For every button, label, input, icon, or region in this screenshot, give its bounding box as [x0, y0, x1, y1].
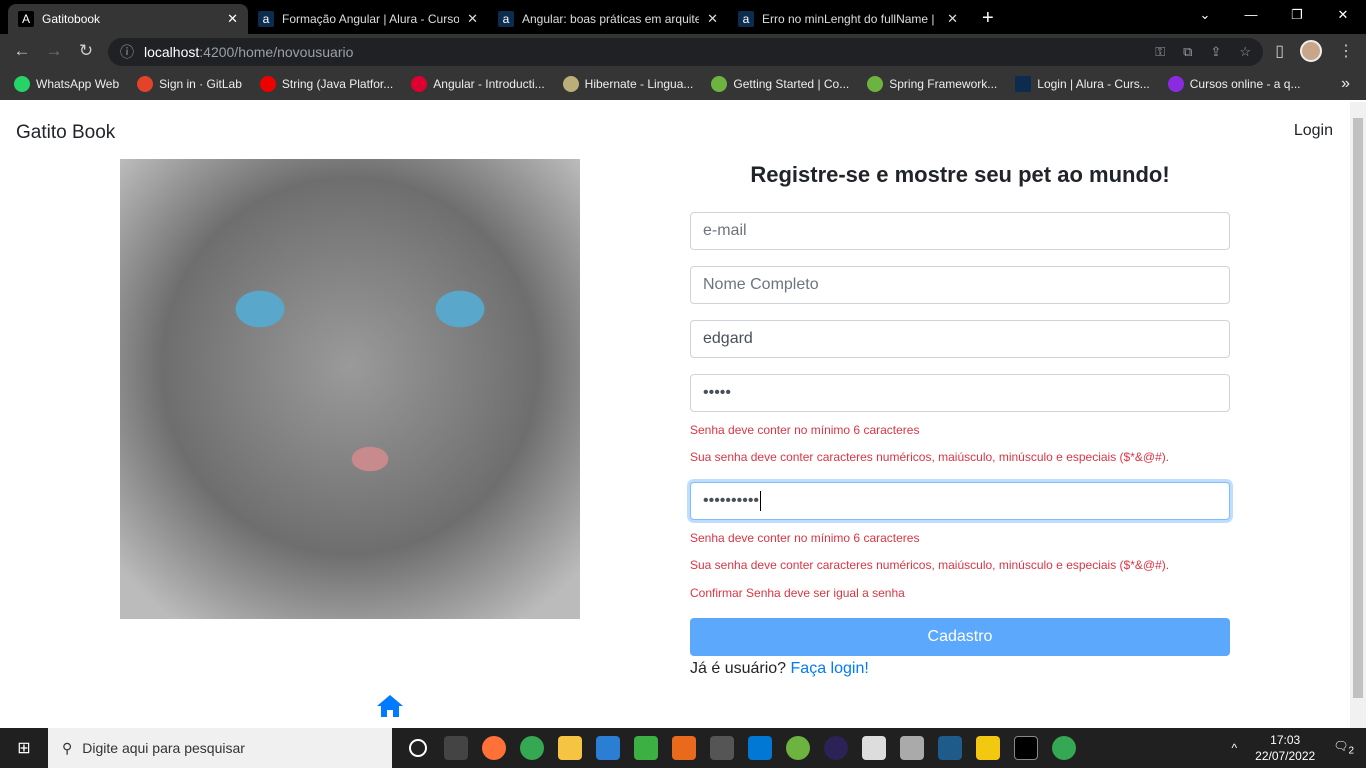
bookmark[interactable]: WhatsApp Web [14, 76, 119, 92]
udemy-icon [1167, 76, 1184, 92]
confirm-strength-error: Sua senha deve conter caracteres numéric… [690, 558, 1170, 572]
file-explorer-icon[interactable] [558, 736, 582, 760]
page-title: Registre-se e mostre seu pet ao mundo! [750, 162, 1170, 187]
vscode-icon[interactable] [748, 736, 772, 760]
windows-start-icon[interactable]: ⊞ [0, 738, 48, 758]
confirm-min-error: Senha deve conter no mínimo 6 caracteres [690, 531, 920, 545]
taskbar-search[interactable]: ⚲ Digite aqui para pesquisar [48, 728, 392, 768]
bookmark[interactable]: Sign in · GitLab [137, 76, 242, 92]
tab-gatitobook[interactable]: A Gatitobook ✕ [8, 4, 248, 34]
bookmark[interactable]: Login | Alura - Curs... [1015, 76, 1150, 92]
key-icon[interactable]: ⚿ [1155, 44, 1165, 60]
bookmark[interactable]: String (Java Platfor... [259, 76, 393, 92]
username-field[interactable]: edgard [690, 320, 1230, 358]
oracle-icon [259, 76, 276, 92]
new-tab-button[interactable]: + [982, 7, 994, 30]
confirm-password-field[interactable]: •••••••••• [690, 482, 1230, 520]
share-icon[interactable]: ⇪ [1210, 44, 1221, 60]
already-user-text: Já é usuário? Faça login! [690, 660, 869, 677]
avatar[interactable] [1300, 40, 1322, 62]
cat-image [120, 159, 580, 619]
full-name-field[interactable]: Nome Completo [690, 266, 1230, 304]
spring-tools-icon[interactable] [786, 736, 810, 760]
login-link[interactable]: Login [1294, 122, 1333, 140]
alura-icon: a [498, 11, 514, 27]
email-field[interactable]: e-mail [690, 212, 1230, 250]
side-panel-icon[interactable]: ▯ [1275, 41, 1284, 61]
address-bar-row: ← → ↻ ⓘ localhost:4200/home/novousuario ⚿… [0, 34, 1366, 68]
minimize-button[interactable]: — [1228, 0, 1274, 30]
hibernate-icon [562, 76, 579, 92]
tab-search-icon[interactable]: ⌄ [1182, 0, 1228, 30]
translate-icon[interactable]: ⧉ [1183, 44, 1192, 60]
task-view-icon[interactable] [444, 736, 468, 760]
hand-icon[interactable] [862, 736, 886, 760]
close-icon[interactable]: ✕ [947, 11, 958, 27]
spring-icon [867, 76, 884, 92]
tab-angular[interactable]: aAngular: boas práticas em arquitetura✕ [488, 4, 728, 34]
notifications-icon[interactable]: 🗨2 [1333, 739, 1354, 756]
terminal-icon[interactable] [1014, 736, 1038, 760]
chrome-icon[interactable] [520, 736, 544, 760]
star-icon[interactable]: ☆ [1239, 44, 1251, 60]
alura-icon [1015, 76, 1032, 92]
more-bookmarks-icon[interactable]: » [1341, 75, 1350, 93]
bookmark[interactable]: Cursos online - a q... [1167, 76, 1300, 92]
close-icon[interactable]: ✕ [227, 11, 238, 27]
powerbi-icon[interactable] [976, 736, 1000, 760]
reload-button[interactable]: ↻ [70, 41, 102, 61]
angular-icon [411, 76, 428, 92]
login-link[interactable]: Faça login! [791, 660, 869, 677]
bookmark[interactable]: Spring Framework... [867, 76, 997, 92]
close-icon[interactable]: ✕ [467, 11, 478, 27]
search-icon: ⚲ [62, 739, 73, 756]
back-button[interactable]: ← [6, 41, 38, 61]
mysql-icon[interactable] [938, 736, 962, 760]
calc-icon[interactable] [634, 736, 658, 760]
scrollbar[interactable] [1350, 102, 1366, 728]
bookmark[interactable]: Angular - Introducti... [411, 76, 545, 92]
clock[interactable]: 17:03 22/07/2022 [1255, 732, 1315, 764]
tab-bar: A Gatitobook ✕ a Formação Angular | Alura -… [0, 0, 1366, 34]
gimp-icon[interactable] [710, 736, 734, 760]
close-window-button[interactable]: ✕ [1320, 0, 1366, 30]
close-icon[interactable]: ✕ [707, 11, 718, 27]
brand-link[interactable]: Gatito Book [16, 122, 115, 144]
url-input[interactable]: ⓘ localhost:4200/home/novousuario ⚿ ⧉ ⇪ ☆ [108, 38, 1263, 66]
eclipse-icon[interactable] [824, 736, 848, 760]
cortana-icon[interactable] [409, 739, 427, 757]
register-button[interactable]: Cadastro [690, 618, 1230, 656]
tab-erro[interactable]: a Erro no minLenght do fullName | ✕ [728, 4, 968, 34]
password-min-error: Senha deve conter no mínimo 6 caracteres [690, 423, 920, 437]
angular-icon: A [18, 11, 34, 27]
restore-button[interactable]: ❐ [1274, 0, 1320, 30]
writer-icon[interactable] [596, 736, 620, 760]
confirm-match-error: Confirmar Senha deve ser igual a senha [690, 586, 905, 600]
home-icon[interactable] [376, 694, 404, 718]
page: Gatito Book Login Registre-se e mostre s… [0, 102, 1350, 728]
firefox-icon[interactable] [482, 736, 506, 760]
bookmark[interactable]: Hibernate - Lingua... [562, 76, 693, 92]
menu-icon[interactable]: ⋮ [1338, 41, 1354, 61]
info-icon: ⓘ [120, 44, 134, 60]
alura-icon: a [738, 11, 754, 27]
whatsapp-icon [14, 76, 30, 92]
password-strength-error: Sua senha deve conter caracteres numéric… [690, 450, 1170, 464]
alura-icon: a [258, 11, 274, 27]
tray-chevron-icon[interactable]: ^ [1232, 741, 1238, 755]
forward-button[interactable]: → [38, 41, 70, 61]
bookmarks-bar: WhatsApp Web Sign in · GitLab String (Ja… [0, 68, 1366, 100]
impress-icon[interactable] [672, 736, 696, 760]
chrome-icon[interactable] [1052, 736, 1076, 760]
taskbar: ⊞ ⚲ Digite aqui para pesquisar ^ 17:03 22/… [0, 728, 1366, 768]
password-field[interactable]: ••••• [690, 374, 1230, 412]
bookmark[interactable]: Getting Started | Co... [711, 76, 849, 92]
spring-icon [711, 76, 728, 92]
tab-formacao[interactable]: a Formação Angular | Alura - Cursos ✕ [248, 4, 488, 34]
gitlab-icon [137, 76, 154, 92]
database-icon[interactable] [900, 736, 924, 760]
